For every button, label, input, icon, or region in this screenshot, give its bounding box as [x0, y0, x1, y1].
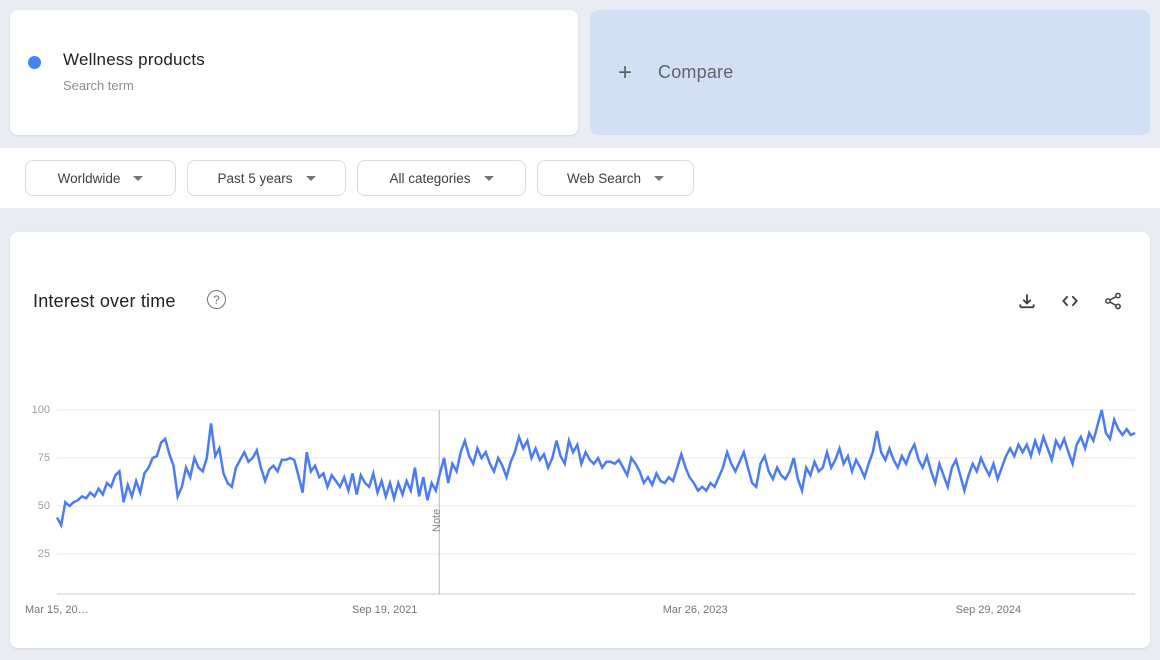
y-axis-label: 100 — [20, 404, 50, 416]
y-axis-label: 25 — [20, 548, 50, 560]
caret-down-icon — [133, 176, 143, 181]
x-axis-label: Sep 19, 2021 — [352, 604, 417, 616]
filter-searchtype-dropdown[interactable]: Web Search — [537, 160, 694, 196]
series-color-dot — [28, 56, 41, 69]
trend-line-series[interactable] — [57, 410, 1135, 525]
search-term-card[interactable]: Wellness products Search term — [10, 10, 578, 135]
filter-timerange-label: Past 5 years — [217, 171, 292, 186]
interest-line-chart[interactable] — [10, 232, 1150, 648]
caret-down-icon — [306, 176, 316, 181]
compare-label: Compare — [658, 62, 733, 83]
interest-over-time-card: Interest over time ? 100755025NoteMar 15… — [10, 232, 1150, 648]
y-axis-label: 75 — [20, 452, 50, 464]
plus-icon: + — [618, 61, 632, 85]
filter-searchtype-label: Web Search — [567, 171, 641, 186]
search-term-title: Wellness products — [63, 50, 205, 70]
note-marker-label: Note — [431, 509, 443, 532]
search-term-subtitle: Search term — [63, 78, 134, 93]
y-axis-label: 50 — [20, 500, 50, 512]
compare-card[interactable]: + Compare — [590, 10, 1150, 135]
filter-region-label: Worldwide — [58, 171, 121, 186]
filter-category-label: All categories — [389, 171, 470, 186]
x-axis-label: Sep 29, 2024 — [956, 604, 1021, 616]
caret-down-icon — [654, 176, 664, 181]
filter-region-dropdown[interactable]: Worldwide — [25, 160, 176, 196]
filter-timerange-dropdown[interactable]: Past 5 years — [187, 160, 346, 196]
x-axis-label: Mar 26, 2023 — [663, 604, 728, 616]
filter-bar: Worldwide Past 5 years All categories We… — [0, 148, 1160, 208]
x-axis-label: Mar 15, 20… — [25, 604, 89, 616]
filter-category-dropdown[interactable]: All categories — [357, 160, 526, 196]
caret-down-icon — [484, 176, 494, 181]
